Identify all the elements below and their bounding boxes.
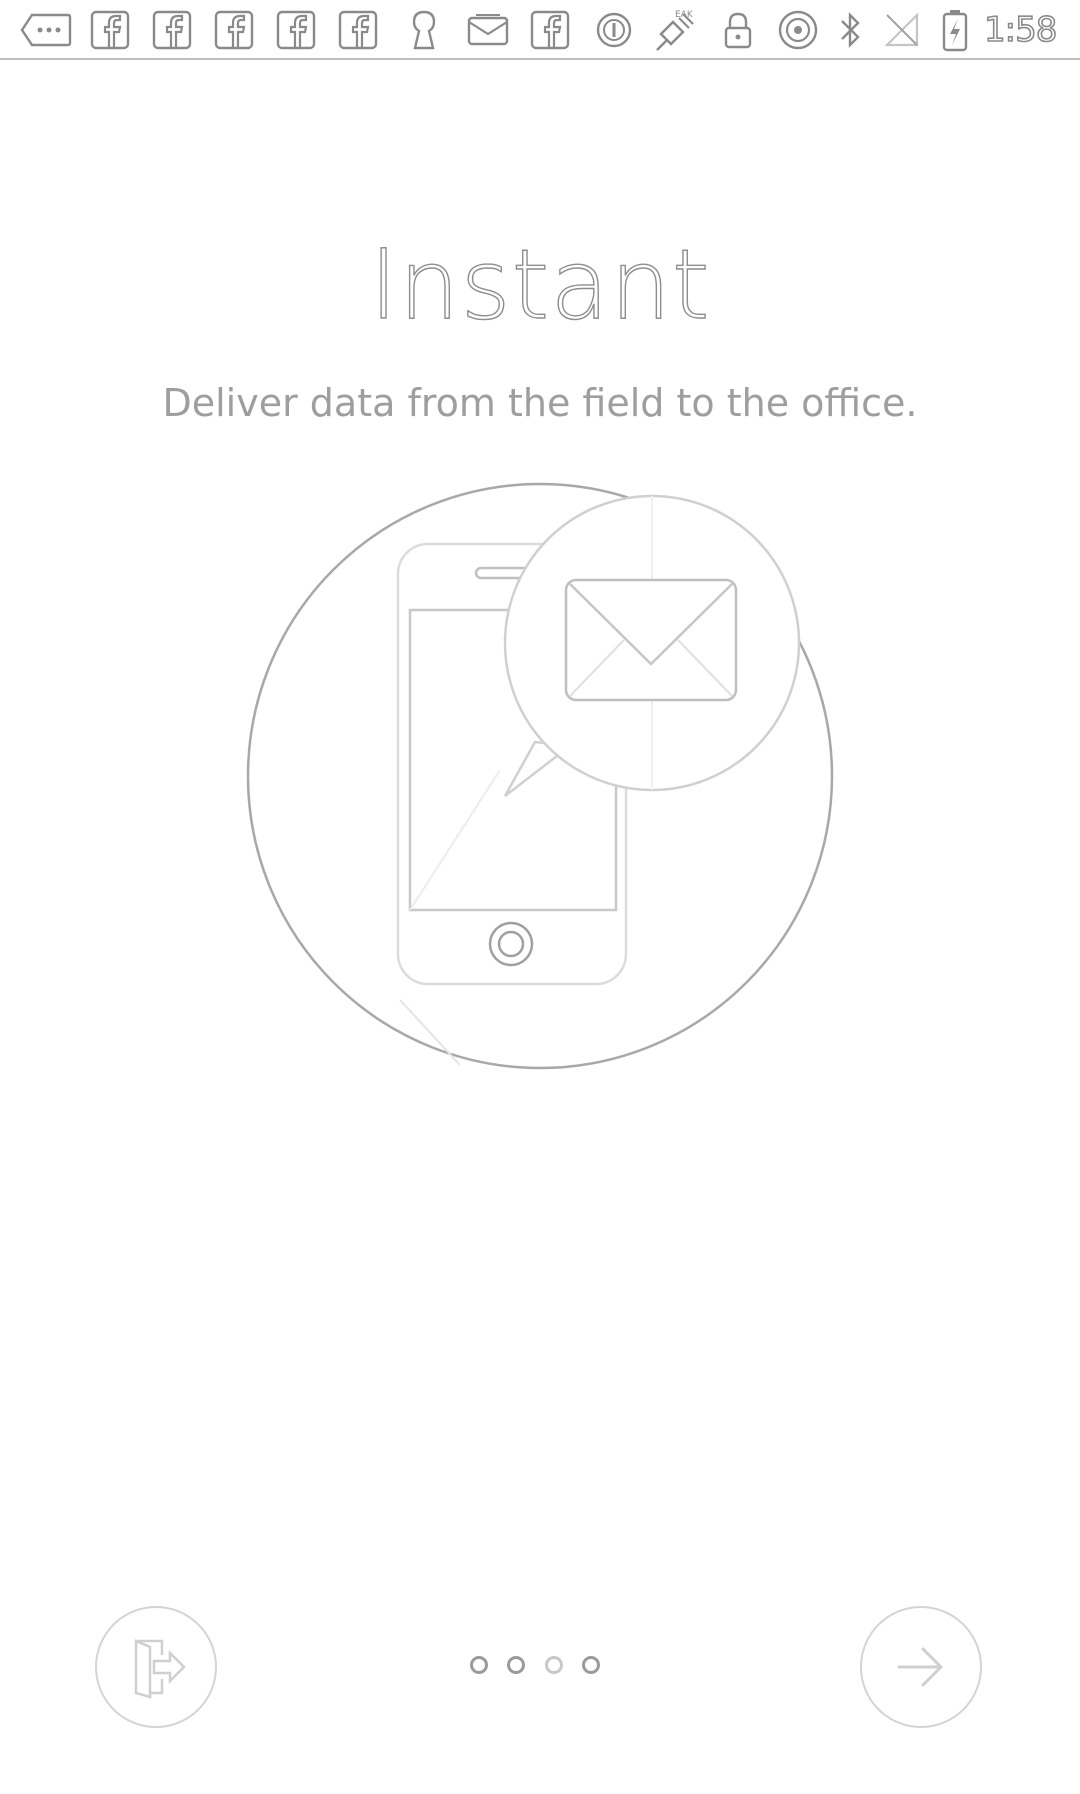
page-indicator bbox=[470, 1652, 600, 1678]
battery-charging-icon bbox=[938, 8, 972, 52]
circle-badge-icon bbox=[594, 8, 634, 52]
exit-door-icon bbox=[134, 1639, 186, 1699]
lock-icon bbox=[720, 8, 756, 52]
arrow-right-icon bbox=[897, 1647, 943, 1687]
svg-text:EAK: EAK bbox=[675, 10, 694, 20]
onboarding-illustration bbox=[240, 480, 840, 1080]
status-clock: 1:58 bbox=[983, 9, 1058, 51]
page-dot-2 bbox=[507, 1656, 526, 1674]
next-button[interactable] bbox=[860, 1606, 982, 1728]
bluetooth-icon bbox=[836, 8, 866, 52]
page-dot-3 bbox=[544, 1656, 563, 1674]
facebook-icon bbox=[90, 8, 130, 52]
page-dot-4 bbox=[581, 1656, 600, 1674]
satellite-icon: EAK bbox=[652, 8, 702, 52]
facebook-icon bbox=[530, 8, 570, 52]
inbox-icon bbox=[466, 8, 510, 52]
skip-button[interactable] bbox=[95, 1606, 217, 1728]
keyhole-icon bbox=[408, 8, 440, 52]
status-bar: EAK 1:58 bbox=[0, 0, 1080, 60]
more-dots-icon bbox=[20, 8, 72, 52]
hotspot-icon bbox=[776, 8, 820, 52]
facebook-icon bbox=[152, 8, 192, 52]
page-subtitle: Deliver data from the field to the offic… bbox=[162, 381, 918, 425]
facebook-icon bbox=[338, 8, 378, 52]
page-title: Instant bbox=[369, 229, 711, 341]
no-signal-icon bbox=[882, 8, 922, 52]
facebook-icon bbox=[276, 8, 316, 52]
facebook-icon bbox=[214, 8, 254, 52]
mail-icon bbox=[564, 578, 738, 702]
page-dot-1 bbox=[470, 1656, 488, 1674]
